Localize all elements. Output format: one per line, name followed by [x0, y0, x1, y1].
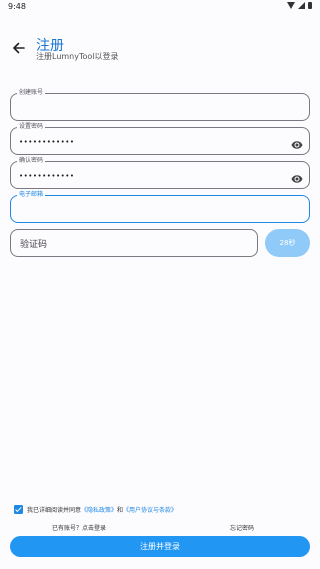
terms-link[interactable]: 《用户协议与条款》 — [123, 505, 177, 514]
password-label: 设置密码 — [17, 123, 46, 131]
password-value: •••••••••••• — [19, 138, 75, 146]
register-login-button[interactable]: 注册并登录 — [10, 536, 310, 557]
send-code-button[interactable]: 28秒 — [265, 229, 310, 257]
status-time: 9:48 — [8, 2, 26, 11]
login-link[interactable]: 已有账号？点击登录 — [52, 523, 106, 532]
password-field[interactable]: 设置密码 •••••••••••• — [10, 123, 310, 155]
signal-icon — [298, 2, 305, 9]
wifi-icon — [287, 2, 295, 9]
eye-icon[interactable] — [291, 170, 303, 183]
account-label: 创建账号 — [17, 89, 46, 97]
agreement-row: 我已详细阅读并同意 《隐私政策》 和 《用户协议与条款》 — [14, 505, 177, 514]
agreement-prefix: 我已详细阅读并同意 — [27, 507, 82, 514]
status-icons — [287, 2, 312, 9]
confirm-password-field[interactable]: 确认密码 •••••••••••• — [10, 157, 310, 189]
status-bar: 9:48 — [0, 0, 320, 14]
email-label: 电子邮箱 — [17, 191, 46, 199]
verification-code-field[interactable]: 验证码 — [10, 229, 258, 257]
battery-icon — [308, 2, 312, 9]
confirm-value: •••••••••••• — [19, 172, 75, 180]
forgot-password-link[interactable]: 忘记密码 — [230, 523, 254, 532]
back-arrow-icon[interactable] — [11, 40, 27, 56]
eye-icon[interactable] — [291, 136, 303, 149]
agreement-checkbox[interactable] — [14, 505, 23, 514]
privacy-policy-link[interactable]: 《隐私政策》 — [81, 505, 117, 514]
email-field[interactable]: 电子邮箱 — [10, 191, 310, 223]
confirm-label: 确认密码 — [17, 157, 46, 165]
code-placeholder: 验证码 — [20, 240, 48, 250]
page-subtitle: 注册LumnyTool以登录 — [36, 52, 119, 61]
account-field[interactable]: 创建账号 — [10, 89, 310, 121]
